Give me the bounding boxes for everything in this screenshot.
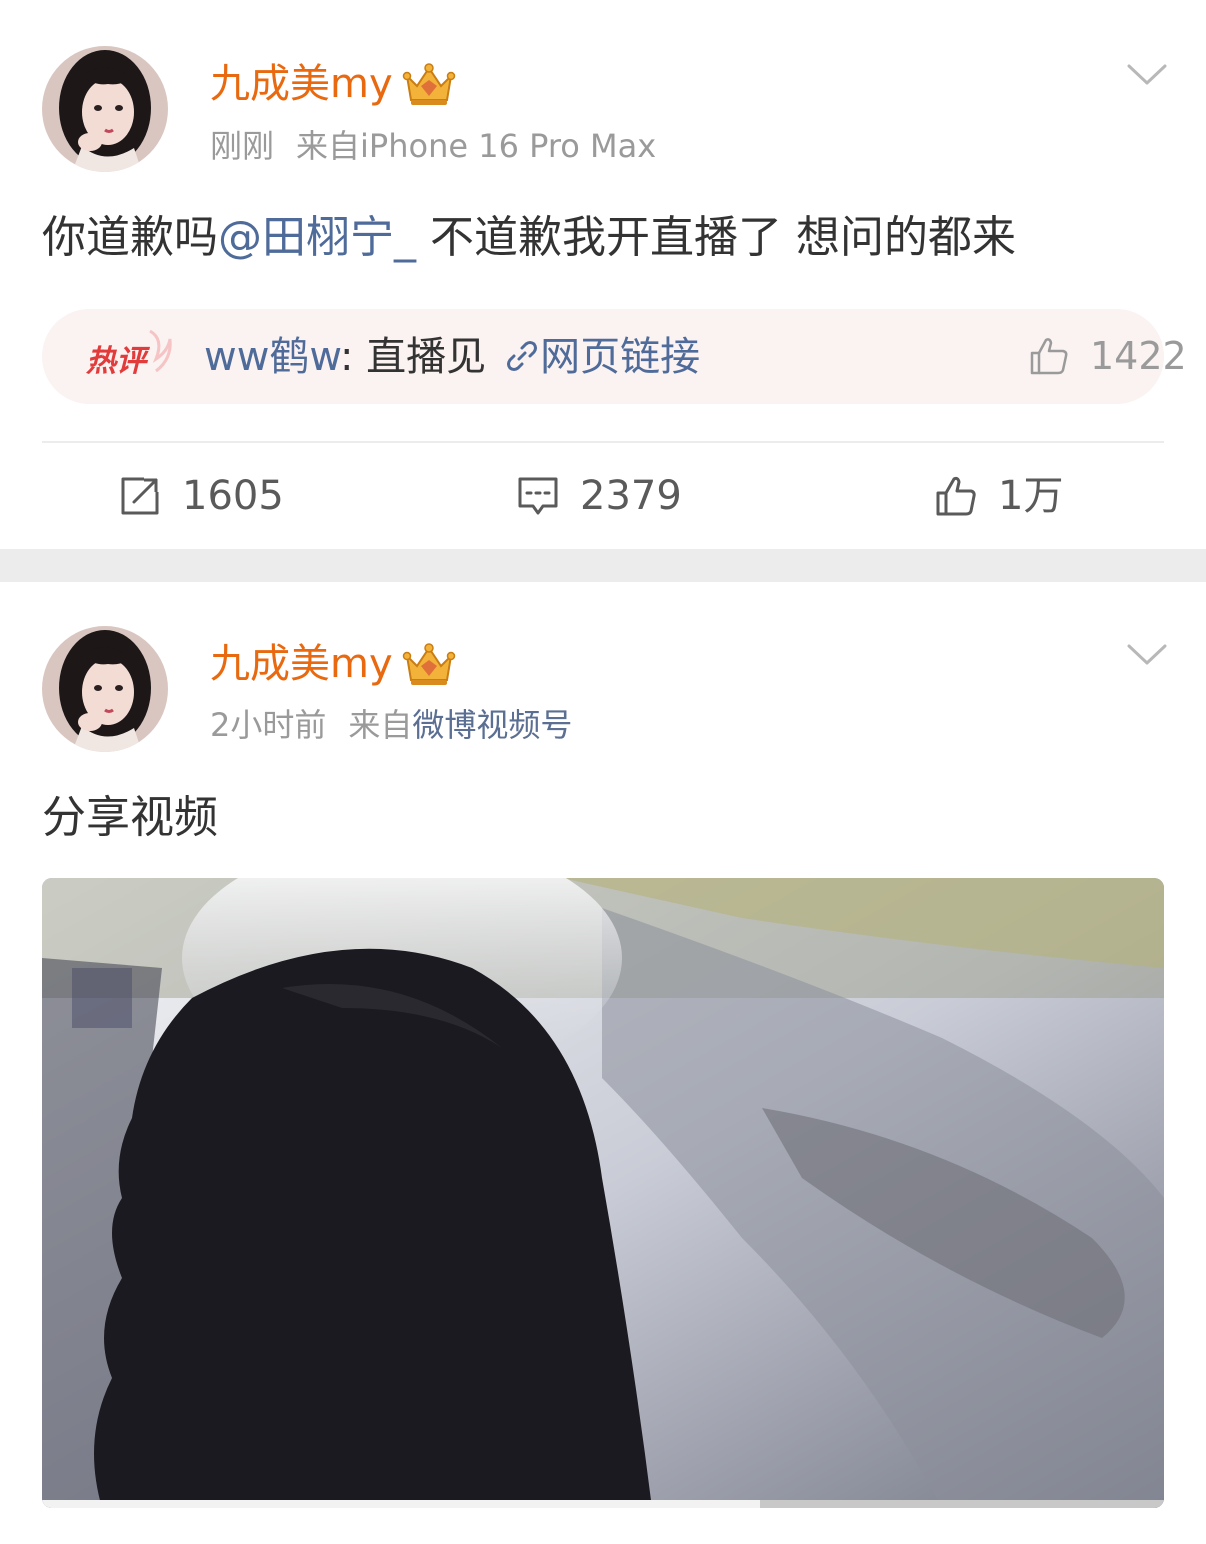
hot-comment[interactable]: 热评 ww鹤w: 直播见 网页链接 1422	[42, 309, 1187, 404]
avatar-image	[42, 46, 168, 172]
source-prefix: 来自	[348, 706, 413, 744]
post-source[interactable]: 微博视频号	[412, 706, 572, 744]
thumbs-up-icon	[936, 476, 976, 516]
web-link[interactable]: 网页链接	[540, 334, 700, 380]
content-text: 分享视频	[42, 792, 218, 843]
hot-comment-badge-text: 热评	[85, 344, 151, 379]
crown-badge-icon[interactable]	[401, 60, 457, 108]
repost-icon	[121, 477, 159, 515]
hot-comment-text: ww鹤w: 直播见 网页链接	[204, 330, 700, 384]
post-meta: 2小时前 来自微博视频号	[210, 703, 572, 747]
hot-comment-badge-icon: 热评	[85, 329, 172, 379]
video-progress-track[interactable]	[42, 1500, 1164, 1508]
link-icon	[507, 341, 538, 371]
weibo-post: 九成美my 刚刚 来自iPhone 16 Pro Max 你道歉吗@田栩宁_ 不道…	[0, 0, 1206, 549]
mention-link[interactable]: @田栩宁_	[218, 212, 416, 263]
avatar[interactable]	[42, 46, 168, 172]
thumbs-up-icon	[1030, 338, 1068, 375]
username[interactable]: 九成美my	[210, 636, 393, 692]
hot-comment-like-count: 1422	[1090, 334, 1187, 378]
hot-comment-user[interactable]: ww鹤w	[204, 334, 340, 380]
source-prefix: 来自	[296, 127, 361, 165]
video-progress-fill	[42, 1500, 761, 1508]
post-content: 分享视频	[42, 788, 218, 848]
comment-count: 2379	[580, 473, 682, 519]
action-bar: 1605 2379 1万	[0, 466, 1206, 526]
author-row: 九成美my	[210, 56, 457, 112]
feed-separator	[0, 549, 1206, 582]
video-frame	[42, 878, 1164, 1508]
weibo-post: 九成美my 2小时前 来自微博视频号 分享视频	[0, 582, 1206, 1544]
avatar-image	[42, 626, 168, 752]
video-player[interactable]	[42, 878, 1164, 1508]
comment-button[interactable]: 2379	[516, 466, 682, 526]
post-time: 2小时前	[210, 706, 327, 744]
post-time: 刚刚	[210, 127, 275, 165]
chevron-down-icon[interactable]	[1126, 642, 1168, 668]
hot-comment-like-button[interactable]: 1422	[1028, 331, 1187, 381]
hot-comment-separator: :	[339, 334, 367, 380]
post-source: iPhone 16 Pro Max	[360, 127, 657, 165]
repost-button[interactable]: 1605	[118, 466, 284, 526]
author-row: 九成美my	[210, 636, 457, 692]
chevron-down-icon[interactable]	[1126, 62, 1168, 88]
like-button[interactable]: 1万	[934, 466, 1063, 526]
comment-icon	[518, 477, 558, 515]
repost-count: 1605	[182, 473, 284, 519]
like-count: 1万	[998, 473, 1064, 519]
post-meta: 刚刚 来自iPhone 16 Pro Max	[210, 124, 656, 168]
hot-comment-body: 直播见	[366, 334, 487, 380]
divider	[42, 441, 1164, 443]
post-content: 你道歉吗@田栩宁_ 不道歉我开直播了 想问的都来	[42, 208, 1016, 268]
username[interactable]: 九成美my	[210, 56, 393, 112]
avatar[interactable]	[42, 626, 168, 752]
content-text: 不道歉我开直播了 想问的都来	[416, 212, 1016, 263]
content-text: 你道歉吗	[42, 212, 218, 263]
crown-badge-icon[interactable]	[401, 640, 457, 688]
